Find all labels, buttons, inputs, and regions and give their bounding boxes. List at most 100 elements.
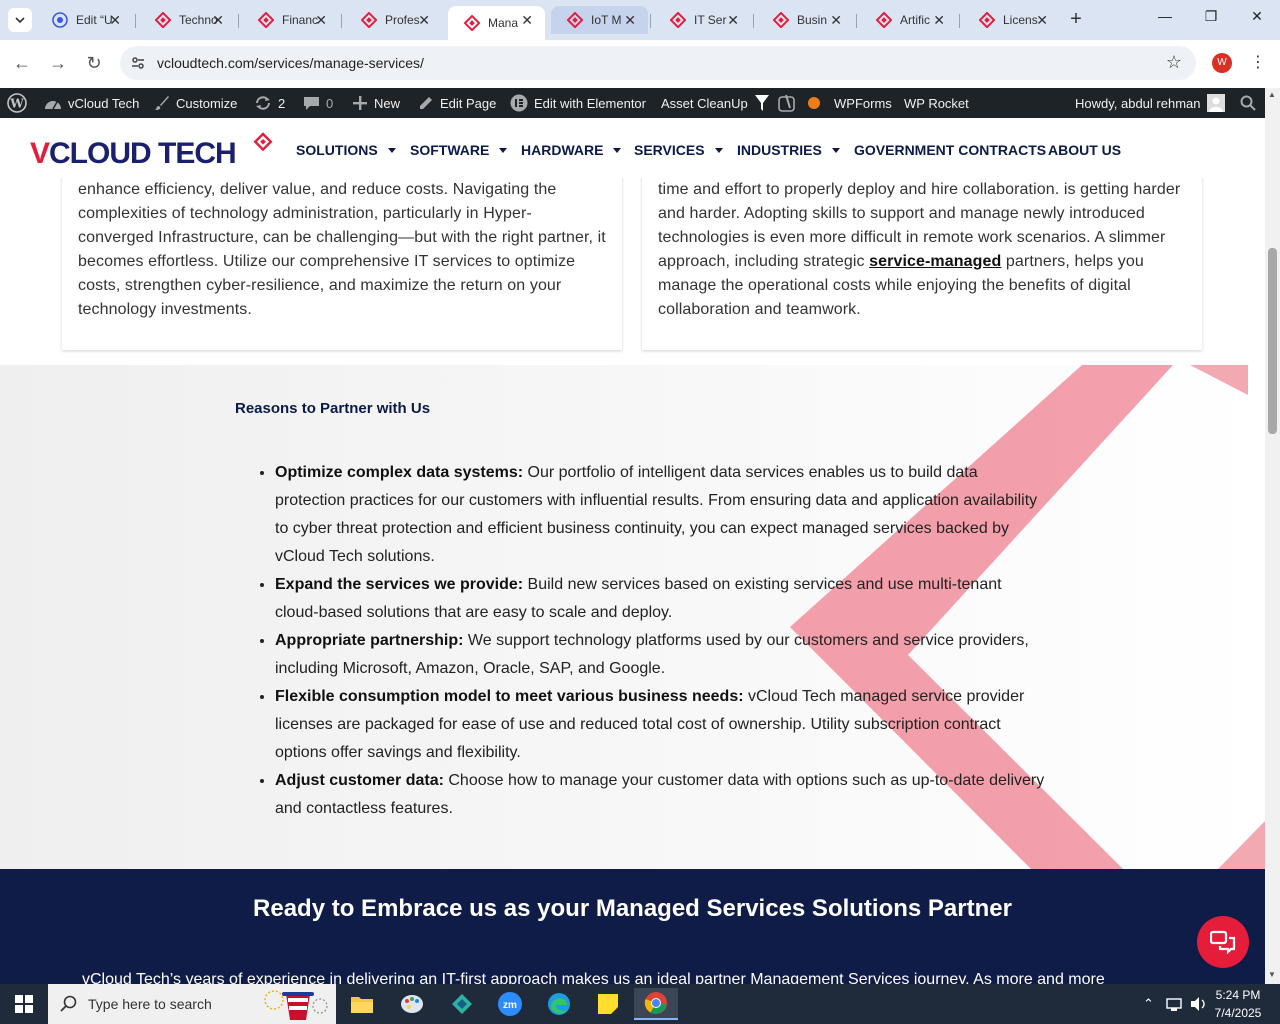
admin-edit-page-link[interactable]: Edit Page xyxy=(418,88,496,118)
reason-heading: Optimize complex data systems: xyxy=(275,464,524,481)
vcloud-icon xyxy=(258,12,274,28)
profile-avatar[interactable]: W xyxy=(1212,53,1232,73)
close-tab-icon[interactable]: ✕ xyxy=(109,12,121,29)
network-icon[interactable] xyxy=(1166,996,1184,1015)
browser-menu-icon[interactable]: ⋮ xyxy=(1250,52,1266,72)
browser-tab[interactable]: IoT M ✕ xyxy=(551,6,648,34)
browser-tab[interactable]: Edit “U ✕ xyxy=(36,6,133,34)
reason-item: Optimize complex data systems: Our portf… xyxy=(275,459,1045,571)
service-managed-link[interactable]: service-managed xyxy=(869,253,1001,270)
scroll-up-arrow-icon[interactable]: ▲ xyxy=(1268,90,1276,99)
admin-asset-cleanup-link[interactable]: Asset CleanUp xyxy=(661,88,776,118)
reason-heading: Expand the services we provide: xyxy=(275,576,524,593)
edge-browser-icon xyxy=(548,993,570,1015)
browser-tab[interactable]: IT Ser ✕ xyxy=(654,6,751,34)
scrollbar-thumb[interactable] xyxy=(1268,248,1277,434)
close-tab-icon[interactable]: ✕ xyxy=(830,12,842,29)
volume-icon[interactable] xyxy=(1190,996,1208,1015)
taskbar-app-chrome[interactable] xyxy=(634,988,678,1020)
close-tab-icon[interactable]: ✕ xyxy=(1036,12,1048,29)
svg-text:zm: zm xyxy=(503,1000,517,1011)
nav-item-label: ABOUT US xyxy=(1048,142,1122,158)
admin-wpforms-link[interactable]: WPForms xyxy=(834,88,892,118)
browser-tab[interactable]: Financ ✕ xyxy=(242,6,339,34)
nav-item-government-contracts[interactable]: GOVERNMENT CONTRACTS xyxy=(854,142,1046,158)
admin-wprocket-link[interactable]: WP Rocket xyxy=(904,88,969,118)
browser-tab[interactable]: Artific ✕ xyxy=(860,6,957,34)
nav-item-label: SERVICES xyxy=(634,142,705,158)
reason-heading: Adjust customer data: xyxy=(275,772,444,789)
site-logo[interactable]: VCLOUD TECH xyxy=(30,132,280,172)
sticky-notes-icon xyxy=(598,994,618,1014)
browser-tab[interactable]: Profes ✕ xyxy=(345,6,442,34)
admin-elementor-link[interactable]: Edit with Elementor xyxy=(510,88,646,118)
taskbar-app-zoom[interactable]: zm xyxy=(488,988,532,1020)
browser-tab[interactable]: Busin ✕ xyxy=(757,6,854,34)
close-tab-icon[interactable]: ✕ xyxy=(212,12,224,29)
nav-item-software[interactable]: SOFTWARE xyxy=(410,142,508,158)
clock-time: 5:24 PM xyxy=(1215,988,1261,1002)
new-tab-button[interactable]: + xyxy=(1064,8,1088,32)
bookmark-star-icon[interactable]: ☆ xyxy=(1166,52,1182,73)
card-right-text: time and effort to properly deploy and h… xyxy=(658,181,1181,318)
taskbar-app-sticky-notes[interactable] xyxy=(586,988,630,1020)
reason-item: Flexible consumption model to meet vario… xyxy=(275,683,1045,767)
nav-item-label: INDUSTRIES xyxy=(737,142,822,158)
taskbar-app-paint[interactable] xyxy=(390,988,434,1020)
close-tab-icon[interactable]: ✕ xyxy=(624,12,636,29)
close-tab-icon[interactable]: ✕ xyxy=(315,12,327,29)
elementor-icon xyxy=(510,94,528,112)
back-button[interactable]: ← xyxy=(11,52,33,74)
admin-site-link[interactable]: vCloud Tech xyxy=(44,88,139,118)
close-window-button[interactable]: ✕ xyxy=(1234,8,1280,25)
start-button[interactable] xyxy=(0,984,48,1024)
yoast-seo-icon[interactable] xyxy=(778,88,826,118)
close-tab-icon[interactable]: ✕ xyxy=(727,12,739,29)
browser-tab[interactable]: Mana ✕ xyxy=(448,6,545,40)
forward-button[interactable]: → xyxy=(47,52,69,74)
nav-item-industries[interactable]: INDUSTRIES xyxy=(737,142,840,158)
cta-title: Ready to Embrace us as your Managed Serv… xyxy=(253,895,1012,922)
page-scrollbar[interactable]: ▲ ▼ xyxy=(1265,88,1280,984)
close-tab-icon[interactable]: ✕ xyxy=(418,12,430,29)
taskbar-file-explorer[interactable] xyxy=(340,988,384,1020)
close-tab-icon[interactable]: ✕ xyxy=(933,12,945,29)
admin-search-icon[interactable] xyxy=(1240,88,1262,118)
minimize-button[interactable]: — xyxy=(1142,8,1188,24)
restore-button[interactable]: ❐ xyxy=(1188,8,1234,25)
reload-button[interactable]: ↻ xyxy=(83,52,105,74)
wordpress-logo-icon[interactable]: W xyxy=(7,88,33,118)
taskbar-app-edge[interactable] xyxy=(537,988,581,1020)
vcloud-icon xyxy=(670,12,686,28)
admin-customize-link[interactable]: Customize xyxy=(154,88,237,118)
chat-button[interactable] xyxy=(1197,916,1249,968)
vcloud-icon xyxy=(464,15,480,31)
scroll-down-arrow-icon[interactable]: ▼ xyxy=(1268,970,1276,979)
taskbar-app-diamond[interactable] xyxy=(440,988,484,1020)
browser-tab-bar: Edit “U ✕ Techno ✕ Financ ✕ Profes ✕ Mana ✕ IoT M ✕… xyxy=(0,0,1280,40)
nav-item-solutions[interactable]: SOLUTIONS xyxy=(296,142,396,158)
filter-icon xyxy=(754,95,769,111)
browser-tab[interactable]: Techno ✕ xyxy=(139,6,236,34)
taskbar-search-placeholder: Type here to search xyxy=(88,996,212,1012)
admin-new-link[interactable]: New xyxy=(352,88,400,118)
admin-updates-link[interactable]: 2 xyxy=(254,88,285,118)
nav-item-hardware[interactable]: HARDWARE xyxy=(521,142,622,158)
taskbar-search-box[interactable]: Type here to search xyxy=(48,984,336,1024)
comment-bubble-icon xyxy=(304,97,319,110)
fireworks-decoration-icon xyxy=(264,990,328,1020)
windows-logo-icon xyxy=(15,995,33,1013)
tab-separator xyxy=(135,14,136,28)
close-tab-icon[interactable]: ✕ xyxy=(521,12,533,29)
site-settings-icon[interactable] xyxy=(130,55,146,71)
browser-tab[interactable]: Licens ✕ xyxy=(963,6,1060,34)
admin-account-link[interactable]: Howdy, abdul rehman xyxy=(1075,88,1231,118)
taskbar-clock[interactable]: 5:24 PM 7/4/2025 xyxy=(1212,986,1264,1022)
nav-item-about-us[interactable]: ABOUT US xyxy=(1048,142,1121,158)
nav-item-services[interactable]: SERVICES xyxy=(634,142,723,158)
admin-comments-link[interactable]: 0 xyxy=(303,88,333,118)
address-bar[interactable]: vcloudtech.com/services/manage-services/… xyxy=(120,46,1196,80)
tray-overflow-chevron-icon[interactable]: ⌃ xyxy=(1143,996,1154,1012)
chat-icon xyxy=(1210,930,1236,954)
tab-search-button[interactable] xyxy=(8,8,32,32)
